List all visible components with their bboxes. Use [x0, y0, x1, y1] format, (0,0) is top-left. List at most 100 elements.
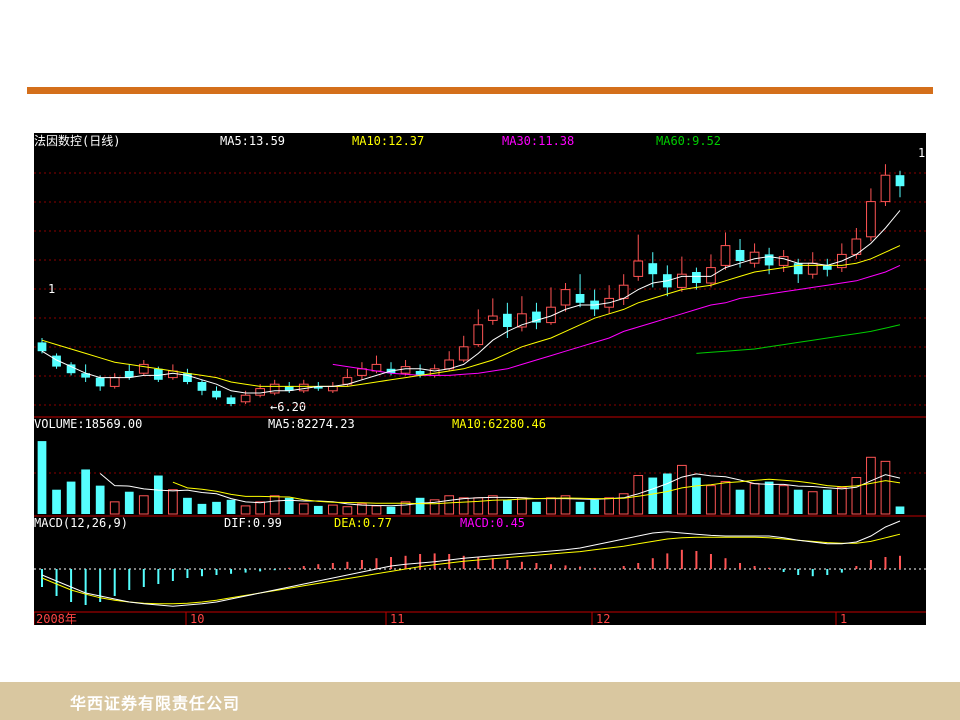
volume-header-ma10: MA10:62280.46 — [452, 417, 546, 431]
volume-bar — [735, 489, 745, 514]
candle-body — [749, 251, 760, 264]
volume-bar — [124, 491, 134, 514]
candle-body — [458, 346, 469, 361]
candle-body — [487, 315, 498, 321]
volume-bar — [444, 495, 455, 515]
volume-bar — [866, 456, 876, 515]
macd-dif-line — [41, 520, 901, 607]
volume-bar — [793, 489, 803, 514]
time-axis-label-dec: 12 — [596, 612, 610, 625]
candle-body — [109, 377, 120, 387]
candle-body — [124, 371, 134, 378]
stock-chart-canvas: 法因数控(日线) MA5:13.59 MA10:12.37 MA30:11.38… — [34, 133, 926, 625]
candle-body — [735, 250, 745, 261]
volume-bar — [183, 497, 192, 514]
candle-body — [807, 262, 818, 275]
ma60-line — [696, 324, 901, 354]
time-axis-label-jan: 1 — [840, 612, 847, 625]
candle-body — [880, 174, 891, 203]
ma5-line — [41, 210, 901, 394]
volume-bar — [473, 497, 484, 515]
candle-body — [692, 272, 701, 283]
volume-bar — [313, 505, 323, 514]
candle-body — [473, 324, 484, 346]
volume-bar — [778, 485, 789, 515]
volume-bar — [240, 505, 251, 515]
volume-bar — [81, 469, 90, 514]
price-header-ma5: MA5:13.59 — [220, 134, 285, 148]
candle-body — [648, 263, 658, 275]
candle-body — [764, 254, 774, 266]
volume-bar — [109, 501, 120, 515]
candle-body — [793, 263, 803, 275]
volume-bar — [590, 499, 599, 514]
volume-bar — [298, 503, 309, 515]
volume-bar — [851, 477, 862, 515]
volume-bar — [415, 497, 425, 514]
volume-bar — [37, 441, 47, 514]
candle-body — [822, 265, 832, 270]
stock-chart: 法因数控(日线) MA5:13.59 MA10:12.37 MA30:11.38… — [34, 133, 926, 625]
low-price-label: ←6.20 — [270, 400, 306, 414]
candle-body — [168, 370, 178, 379]
volume-bar — [720, 481, 731, 515]
volume-bar — [692, 477, 701, 514]
volume-bar — [458, 497, 469, 515]
volume-bar — [604, 497, 615, 515]
candle-body — [400, 366, 411, 374]
price-header-ma60: MA60:9.52 — [656, 134, 721, 148]
volume-bar — [371, 505, 382, 515]
volume-bar — [532, 501, 541, 514]
volume-header-ma5: MA5:82274.23 — [268, 417, 355, 431]
ma10-line — [41, 245, 901, 387]
volume-header-title: VOLUME:18569.00 — [34, 417, 142, 431]
candle-body — [720, 245, 731, 266]
volume-bar — [517, 497, 527, 515]
macd-header-dea: DEA:0.77 — [334, 516, 392, 530]
candle-body — [560, 289, 571, 306]
candle-body — [633, 260, 644, 277]
volume-bar — [487, 495, 498, 515]
volume-bar — [386, 506, 396, 514]
candle-body — [706, 267, 716, 284]
volume-bar — [677, 464, 687, 515]
volume-bar — [226, 499, 236, 514]
volume-bar — [880, 460, 891, 515]
candle-body — [429, 368, 440, 376]
volume-bar — [197, 503, 207, 514]
volume-bar — [342, 506, 353, 515]
volume-bar — [52, 489, 61, 514]
candle-body — [197, 382, 207, 391]
candle-body — [327, 385, 338, 392]
candle-body — [502, 313, 512, 327]
price-header-ma10: MA10:12.37 — [352, 134, 424, 148]
candle-body — [226, 397, 236, 404]
time-axis-label-oct: 10 — [190, 612, 204, 625]
volume-bar — [138, 495, 149, 515]
volume-bar — [255, 501, 265, 515]
volume-bar — [895, 506, 905, 514]
top-accent-rule — [27, 87, 933, 94]
candle-body — [866, 201, 876, 238]
candle-body — [153, 368, 163, 380]
candle-body — [895, 175, 905, 187]
volume-bar — [807, 491, 818, 515]
macd-header-macd: MACD:0.45 — [460, 516, 525, 530]
candle-body — [37, 342, 47, 352]
volume-bar — [836, 487, 847, 515]
footer-company-name: 华西证券有限责任公司 — [70, 694, 241, 713]
volume-bar — [546, 497, 556, 515]
candle-body — [255, 388, 265, 396]
volume-bar — [269, 495, 280, 515]
right-mark-label: 1 — [918, 146, 925, 160]
macd-header-title: MACD(12,26,9) — [34, 516, 128, 530]
volume-bar — [168, 489, 178, 515]
volume-bar — [502, 499, 512, 514]
volume-bar — [648, 477, 658, 514]
candle-body — [357, 368, 367, 376]
volume-bar — [327, 504, 338, 515]
candle-body — [240, 394, 251, 403]
volume-bar — [575, 501, 585, 514]
candle-body — [371, 363, 382, 372]
candle-body — [575, 294, 585, 303]
